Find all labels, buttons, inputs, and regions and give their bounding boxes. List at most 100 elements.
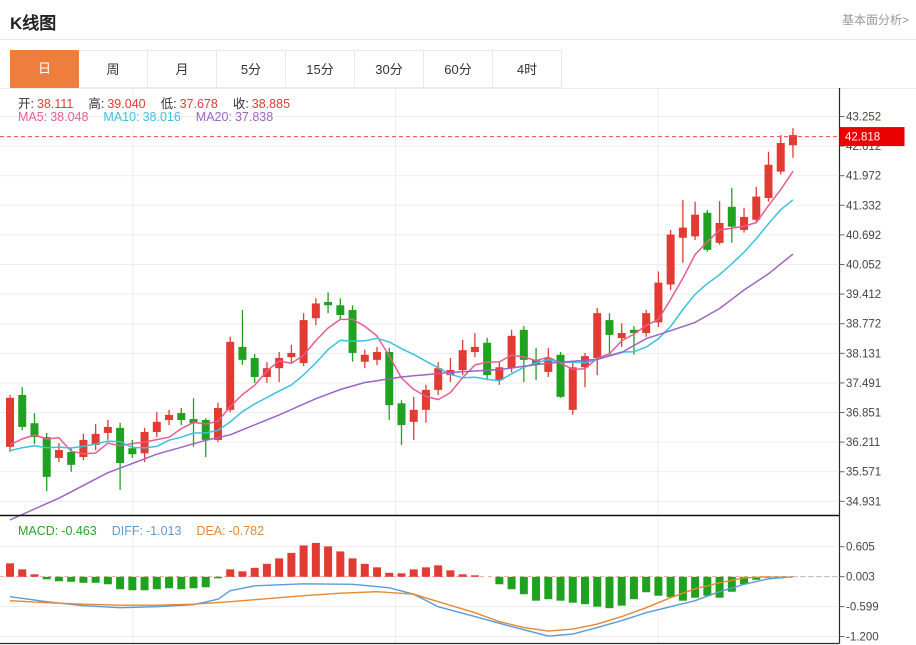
- macd-bar-negative: [495, 577, 503, 584]
- macd-bar-positive: [275, 558, 283, 576]
- macd-bar-negative: [43, 577, 51, 579]
- candle-up: [508, 336, 516, 368]
- axis-tick-label: 38.772: [846, 319, 881, 331]
- macd-bar-negative: [581, 577, 589, 604]
- macd-bar-positive: [263, 564, 271, 577]
- candle-down: [128, 448, 136, 454]
- candle-down: [238, 347, 246, 360]
- tab-60分[interactable]: 60分: [424, 50, 493, 88]
- candle-down: [520, 330, 528, 360]
- ma-item: MA10:38.016: [103, 110, 180, 124]
- axis-tick-label: 35.571: [846, 467, 881, 479]
- candle-up: [226, 342, 234, 410]
- candle-up: [373, 352, 381, 360]
- axis-tick-label: 34.931: [846, 496, 881, 508]
- macd-bar-negative: [116, 577, 124, 589]
- macd-bar-negative: [630, 577, 638, 599]
- macd-bar-positive: [251, 568, 259, 577]
- macd-bar-positive: [300, 545, 308, 576]
- macd-item: MACD:-0.463: [18, 524, 97, 538]
- macd-bar-negative: [544, 577, 552, 599]
- macd-bar-positive: [324, 546, 332, 576]
- tab-日[interactable]: 日: [10, 50, 79, 88]
- macd-bar-negative: [654, 577, 662, 596]
- kline-chart-canvas[interactable]: 43.25242.61241.97241.33240.69240.05239.4…: [0, 88, 916, 645]
- candle-up: [410, 410, 418, 422]
- axis-tick-label: 36.211: [846, 437, 880, 449]
- axis-tick-label: 0.605: [846, 542, 875, 554]
- macd-bar-positive: [446, 570, 454, 576]
- macd-item: DEA:-0.782: [196, 524, 264, 538]
- axis-tick-label: 39.412: [846, 289, 881, 301]
- axis-tick-label: 40.692: [846, 230, 881, 242]
- ma-item: MA5:38.048: [18, 110, 88, 124]
- timeframe-tabs: 日周月5分15分30分60分4时: [10, 50, 562, 88]
- axis-tick-label: -0.599: [846, 602, 879, 614]
- macd-bar-positive: [30, 574, 38, 576]
- macd-bar-negative: [153, 577, 161, 589]
- candle-up: [618, 333, 626, 338]
- candle-up: [459, 350, 467, 370]
- ma-item: MA20:37.838: [196, 110, 273, 124]
- dea-line: [10, 577, 793, 631]
- candle-up: [104, 427, 112, 433]
- candle-down: [397, 403, 405, 425]
- macd-bar-positive: [410, 569, 418, 576]
- macd-bar-negative: [667, 577, 675, 597]
- macd-bar-negative: [605, 577, 613, 608]
- candle-up: [434, 368, 442, 390]
- macd-bar-negative: [165, 577, 173, 588]
- macd-bar-negative: [716, 577, 724, 598]
- macd-bar-negative: [508, 577, 516, 589]
- candle-up: [569, 367, 577, 410]
- axis-tick-label: 36.851: [846, 408, 881, 420]
- ohlc-item: 开:38.111: [18, 97, 73, 111]
- tab-4时[interactable]: 4时: [493, 50, 562, 88]
- macd-bar-positive: [312, 543, 320, 577]
- macd-bar-positive: [287, 553, 295, 577]
- macd-bar-negative: [691, 577, 699, 598]
- candle-up: [214, 408, 222, 440]
- fundamental-analysis-link[interactable]: 基本面分析>: [842, 11, 909, 28]
- macd-bar-positive: [397, 573, 405, 576]
- candle-up: [765, 165, 773, 198]
- macd-bar-positive: [336, 551, 344, 576]
- candle-up: [752, 197, 760, 220]
- tab-30分[interactable]: 30分: [355, 50, 424, 88]
- macd-item: DIFF:-1.013: [112, 524, 182, 538]
- candle-down: [67, 452, 75, 465]
- page-title: K线图: [10, 9, 56, 34]
- macd-bar-negative: [202, 577, 210, 587]
- candle-down: [605, 320, 613, 335]
- candle-down: [251, 358, 259, 377]
- candle-up: [6, 398, 14, 447]
- tab-5分[interactable]: 5分: [217, 50, 286, 88]
- macd-panel: [0, 543, 840, 636]
- macd-bar-negative: [618, 577, 626, 606]
- axis-tick-label: 41.332: [846, 200, 881, 212]
- candle-down: [43, 437, 51, 477]
- ohlc-item: 收:38.885: [233, 97, 290, 111]
- candle-up: [593, 313, 601, 358]
- macd-bar-negative: [141, 577, 149, 590]
- tab-月[interactable]: 月: [148, 50, 217, 88]
- candle-down: [177, 413, 185, 420]
- macd-bar-negative: [214, 577, 222, 578]
- candle-down: [324, 302, 332, 305]
- tab-周[interactable]: 周: [79, 50, 148, 88]
- current-price-label: 42.818: [845, 132, 880, 144]
- candle-up: [654, 283, 662, 323]
- tab-15分[interactable]: 15分: [286, 50, 355, 88]
- candle-up: [153, 422, 161, 432]
- macd-bar-negative: [92, 577, 100, 583]
- candle-up: [777, 143, 785, 172]
- chart-area: 开:38.111高:39.040低:37.678收:38.885 MA5:38.…: [0, 88, 916, 645]
- candle-up: [642, 313, 650, 333]
- macd-bar-negative: [557, 577, 565, 601]
- macd-bar-negative: [593, 577, 601, 607]
- axis-tick-label: 41.972: [846, 171, 881, 183]
- macd-bar-positive: [18, 569, 26, 576]
- ohlc-item: 低:37.678: [161, 97, 218, 111]
- macd-bar-positive: [349, 558, 357, 576]
- macd-bar-positive: [373, 567, 381, 576]
